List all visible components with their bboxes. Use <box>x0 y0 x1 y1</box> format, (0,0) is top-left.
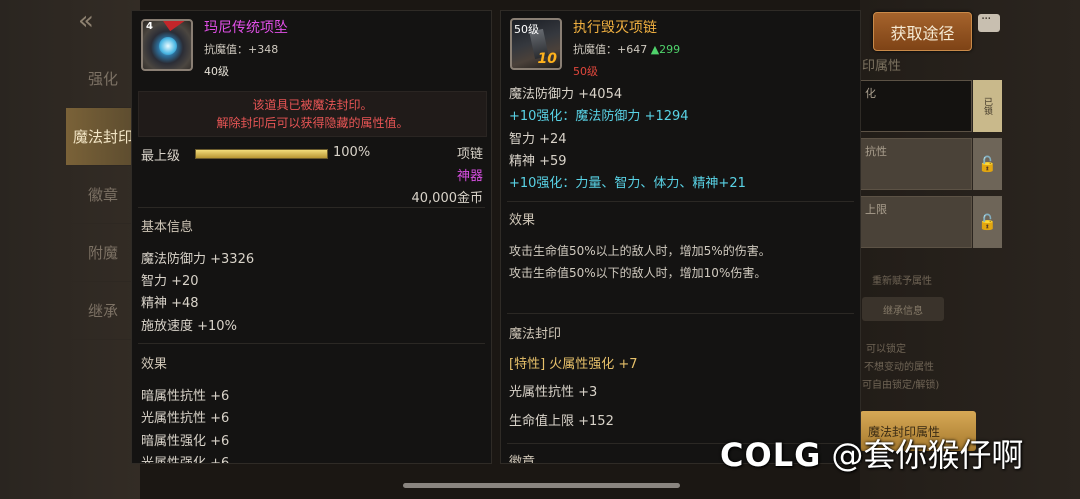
bg-tab-inherit[interactable]: 继承 <box>66 282 140 340</box>
obtain-method-button[interactable]: 获取途径 <box>873 12 972 51</box>
item-rarity: 神器 <box>456 169 483 184</box>
item-name: 执行毁灭项链 <box>573 20 657 36</box>
bg-tab-enchant[interactable]: 附魔 <box>66 224 140 282</box>
grade-label: 最上级 <box>141 149 181 164</box>
grade-percent: 100% <box>333 145 371 160</box>
stat-line: 魔法防御力 +4054 <box>509 87 623 102</box>
bg-note-reassign: 重新赋予属性 <box>872 276 932 287</box>
bg-slot-3[interactable]: 上限 <box>860 196 972 248</box>
stat-line: 智力 +24 <box>509 132 567 147</box>
icon-level-badge: 50级 <box>514 23 539 36</box>
grade-progress-fill <box>196 150 327 158</box>
bg-lock-toggle-1[interactable]: 已锁 <box>972 80 1002 132</box>
emblem-title: 徽章 <box>509 455 536 464</box>
divider <box>138 343 485 344</box>
seal-title: 魔法封印 <box>509 327 562 342</box>
effect-title: 效果 <box>141 357 168 372</box>
stat-line: 精神 +59 <box>509 154 567 169</box>
lock-icon[interactable]: 🔓 <box>972 196 1002 248</box>
home-indicator-bar[interactable] <box>403 483 680 488</box>
item-price: 40,000金币 <box>411 191 484 206</box>
effect-line: 光属性抗性 +6 <box>141 411 230 426</box>
effect-line: 攻击生命值50%以下的敌人时，增加10%伤害。 <box>509 266 767 280</box>
bg-right-title: 印属性 <box>862 59 902 74</box>
necklace-item-icon: 穿戴中 4 <box>141 19 193 71</box>
resist-value-text: 抗魔值：+647 <box>573 43 648 56</box>
stat-line: 智力 +20 <box>141 274 199 289</box>
grade-progress-bar <box>195 149 328 159</box>
bg-note-1: 可以锁定 <box>866 344 906 355</box>
resist-value: 抗魔值：+647 ▲299 <box>573 41 680 57</box>
seal-stat-line: [特性] 火属性强化 +7 <box>509 357 638 372</box>
enhance-stat-line: +10强化：魔法防御力 +1294 <box>509 109 689 124</box>
seal-notice-line-2: 解除封印后可以获得隐藏的属性值。 <box>216 116 409 130</box>
divider <box>507 313 854 314</box>
effect-line: 暗属性抗性 +6 <box>141 389 230 404</box>
lock-icon[interactable]: 🔓 <box>972 138 1002 190</box>
item-name: 玛尼传统项坠 <box>204 20 288 36</box>
basic-info-title: 基本信息 <box>141 220 194 235</box>
effect-line: 光属性强化 +6 <box>141 456 230 464</box>
stat-line: 施放速度 +10% <box>141 319 237 334</box>
seal-stat-line: 生命值上限 +152 <box>509 414 614 429</box>
resist-increase: ▲299 <box>650 43 681 56</box>
seal-notice: 该道具已被魔法封印。 解除封印后可以获得隐藏的属性值。 <box>138 91 487 137</box>
seal-stat-line: 光属性抗性 +3 <box>509 385 598 400</box>
watermark: COLG @套你猴仔啊 <box>720 430 1023 476</box>
bg-note-2: 不想变动的属性 <box>864 362 934 373</box>
chain-necklace-item-icon: 50级 10 <box>510 18 562 70</box>
item-level: 40级 <box>204 65 229 78</box>
seal-notice-line-1: 该道具已被魔法封印。 <box>252 98 373 112</box>
bg-slot-1[interactable]: 化 <box>860 80 972 132</box>
resist-value: 抗魔值：+348 <box>204 43 279 56</box>
effect-line: 暗属性强化 +6 <box>141 434 230 449</box>
item-level: 50级 <box>573 65 598 78</box>
stat-line: 精神 +48 <box>141 296 199 311</box>
bg-slot-2[interactable]: 抗性 <box>860 138 972 190</box>
bg-tab-seal[interactable]: 魔法封印 <box>66 108 140 166</box>
bg-inherit-info-button[interactable]: 继承信息 <box>862 297 944 321</box>
stat-line: 魔法防御力 +3326 <box>141 252 255 267</box>
divider <box>507 201 854 202</box>
equipped-item-tooltip: 穿戴中 4 玛尼传统项坠 抗魔值：+348 40级 该道具已被魔法封印。 解除封… <box>131 10 492 464</box>
divider <box>138 207 485 208</box>
back-arrow-icon[interactable]: « <box>78 6 94 36</box>
item-type: 项链 <box>456 147 483 162</box>
effect-title: 效果 <box>509 213 536 228</box>
background-tab-list: 强化 魔法封印 徽章 附魔 继承 <box>66 50 140 340</box>
bg-note-3: 可自由锁定/解锁) <box>862 380 940 391</box>
icon-level: 4 <box>146 21 153 32</box>
equipped-ribbon: 穿戴中 <box>161 21 191 32</box>
bg-tab-enhance[interactable]: 强化 <box>66 50 140 108</box>
enhance-badge: 10 <box>537 51 557 67</box>
watermark-text: @套你猴仔啊 <box>831 436 1024 474</box>
bg-tab-emblem[interactable]: 徽章 <box>66 166 140 224</box>
gem-icon <box>159 37 177 55</box>
compared-item-tooltip: 50级 10 执行毁灭项链 抗魔值：+647 ▲299 50级 魔法防御力 +4… <box>500 10 861 464</box>
effect-line: 攻击生命值50%以上的敌人时，增加5%的伤害。 <box>509 244 771 258</box>
enhance-stat-line: +10强化：力量、智力、体力、精神+21 <box>509 176 746 191</box>
chat-icon[interactable] <box>978 12 1000 32</box>
colg-logo: COLG <box>720 436 822 474</box>
